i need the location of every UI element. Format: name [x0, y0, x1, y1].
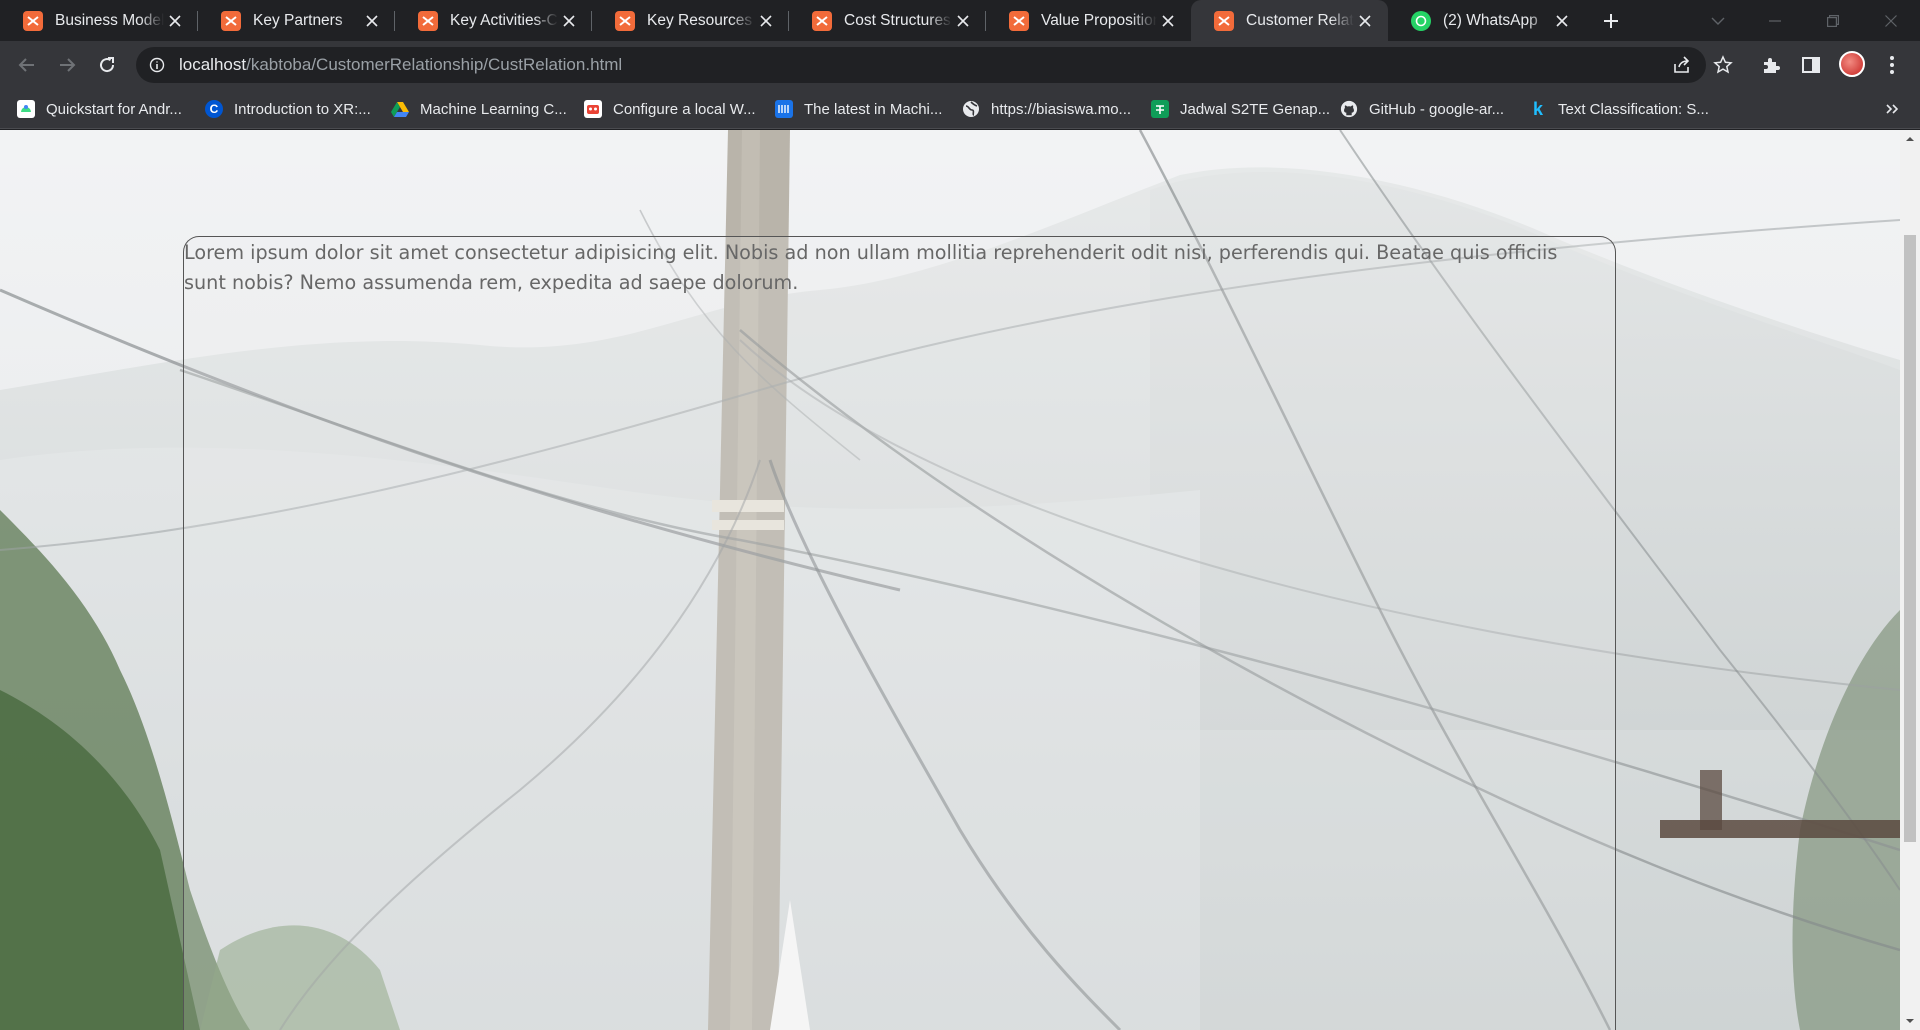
close-icon[interactable]	[952, 10, 974, 32]
minimize-button[interactable]	[1752, 0, 1798, 41]
url-text: localhost/kabtoba/CustomerRelationship/C…	[179, 55, 622, 75]
xampp-icon	[812, 10, 832, 31]
bookmark-github[interactable]: GitHub - google-ar...	[1340, 98, 1504, 120]
close-window-button[interactable]	[1868, 0, 1914, 41]
tab-title: Cost Structures	[844, 11, 951, 29]
tab-whatsapp[interactable]: (2) WhatsApp	[1388, 0, 1585, 41]
xampp-icon	[1214, 10, 1234, 31]
bookmark-jadwal[interactable]: Jadwal S2TE Genap...	[1151, 98, 1330, 120]
tab-title: Business Model Canvas	[55, 11, 164, 29]
profile-avatar[interactable]	[1839, 51, 1865, 77]
reload-button[interactable]	[92, 50, 122, 80]
tab-title: (2) WhatsApp	[1443, 11, 1538, 29]
forward-button[interactable]	[52, 50, 82, 80]
news-icon	[775, 100, 793, 118]
side-panel-icon[interactable]	[1799, 53, 1823, 77]
tab-title: Key Activities-Company	[450, 11, 558, 29]
xampp-icon	[418, 10, 438, 31]
tab-title: Key Resources	[647, 11, 753, 29]
scroll-down-icon[interactable]	[1905, 1016, 1915, 1026]
tab-business-model[interactable]: Business Model Canvas	[0, 0, 198, 41]
info-icon[interactable]	[147, 55, 167, 75]
bookmark-label: Text Classification: S...	[1558, 100, 1709, 118]
close-icon[interactable]	[1354, 10, 1376, 32]
back-button[interactable]	[12, 50, 42, 80]
plus-icon	[1604, 14, 1618, 28]
bookmarks-bar: Quickstart for Andr... C Introduction to…	[0, 89, 1920, 129]
close-icon[interactable]	[558, 10, 580, 32]
bookmark-label: https://biasiswa.mo...	[991, 100, 1132, 118]
bookmark-latest-machine[interactable]: The latest in Machi...	[775, 98, 942, 120]
tab-key-activities[interactable]: Key Activities-Company	[395, 0, 592, 41]
double-chevron-right-icon	[1886, 104, 1898, 114]
xampp-icon	[1009, 10, 1029, 31]
card-paragraph: Lorem ipsum dolor sit amet consectetur a…	[184, 241, 1558, 294]
bookmark-machine-learning[interactable]: Machine Learning C...	[391, 98, 567, 120]
tab-key-partners[interactable]: Key Partners	[198, 0, 395, 41]
bookmark-label: Introduction to XR:...	[234, 100, 371, 118]
bookmark-intro-xr[interactable]: C Introduction to XR:...	[205, 98, 371, 120]
bookmark-label: Jadwal S2TE Genap...	[1180, 100, 1331, 118]
github-icon	[1340, 100, 1358, 118]
new-tab-button[interactable]	[1598, 8, 1624, 34]
tab-customer-relationship[interactable]: Customer Relationship	[1191, 0, 1388, 41]
close-icon	[1885, 14, 1897, 27]
minimize-icon	[1769, 19, 1781, 22]
close-icon[interactable]	[755, 10, 777, 32]
url-path: /kabtoba/CustomerRelationship/CustRelati…	[246, 55, 623, 74]
tab-title: Value Proposition	[1041, 11, 1157, 29]
content-card: Lorem ipsum dolor sit amet consectetur a…	[183, 236, 1616, 1030]
bookmarks-overflow-button[interactable]	[1880, 97, 1904, 121]
tab-search-button[interactable]	[1695, 0, 1741, 41]
bookmark-label: GitHub - google-ar...	[1369, 100, 1505, 118]
bookmark-configure-local[interactable]: Configure a local W...	[584, 98, 756, 120]
xampp-icon	[615, 10, 635, 31]
coursera-icon: C	[205, 100, 223, 118]
page-scrollbar[interactable]	[1900, 130, 1920, 1030]
bookmark-label: Quickstart for Andr...	[46, 100, 182, 118]
bookmark-label: The latest in Machi...	[804, 100, 943, 118]
scroll-up-icon[interactable]	[1905, 134, 1915, 144]
xampp-icon	[221, 10, 241, 31]
tab-key-resources[interactable]: Key Resources	[592, 0, 789, 41]
tab-value-proposition[interactable]: Value Proposition	[986, 0, 1191, 41]
bookmark-label: Configure a local W...	[613, 100, 756, 118]
arrow-left-icon	[18, 58, 34, 72]
share-icon[interactable]	[1670, 53, 1694, 77]
menu-kebab-icon[interactable]	[1880, 53, 1904, 77]
star-icon[interactable]	[1711, 53, 1735, 77]
chevron-down-icon	[1711, 17, 1725, 25]
globe-icon	[962, 100, 980, 118]
tab-title: Key Partners	[253, 11, 343, 29]
browser-toolbar: localhost/kabtoba/CustomerRelationship/C…	[0, 41, 1920, 89]
extensions-icon[interactable]	[1759, 53, 1783, 77]
drive-icon	[391, 100, 409, 118]
xampp-icon	[23, 10, 43, 31]
page-viewport: Lorem ipsum dolor sit amet consectetur a…	[0, 130, 1900, 1030]
tab-strip: Business Model Canvas Key Partners Key A…	[0, 0, 1920, 41]
whatsapp-icon	[1411, 10, 1431, 31]
bookmark-label: Machine Learning C...	[420, 100, 567, 118]
scrollbar-thumb[interactable]	[1904, 235, 1916, 842]
close-icon[interactable]	[361, 10, 383, 32]
close-icon[interactable]	[1157, 10, 1179, 32]
kaggle-icon: k	[1532, 98, 1543, 119]
close-icon[interactable]	[164, 10, 186, 32]
tab-title: Customer Relationship	[1246, 11, 1354, 29]
address-bar[interactable]: localhost/kabtoba/CustomerRelationship/C…	[136, 47, 1706, 83]
restore-button[interactable]	[1810, 0, 1856, 41]
tab-cost-structures[interactable]: Cost Structures	[789, 0, 986, 41]
arrow-right-icon	[60, 58, 76, 72]
sheets-icon	[1151, 100, 1169, 118]
bookmark-text-classification[interactable]: k Text Classification: S...	[1529, 98, 1709, 120]
bookmark-biasiswa[interactable]: https://biasiswa.mo...	[962, 98, 1131, 120]
android-icon	[17, 100, 35, 118]
bookmark-quickstart[interactable]: Quickstart for Andr...	[17, 98, 182, 120]
url-host: localhost	[179, 55, 247, 74]
reload-icon	[100, 57, 115, 73]
restore-icon	[1827, 14, 1839, 27]
close-icon[interactable]	[1551, 10, 1573, 32]
robot-icon	[584, 100, 602, 118]
